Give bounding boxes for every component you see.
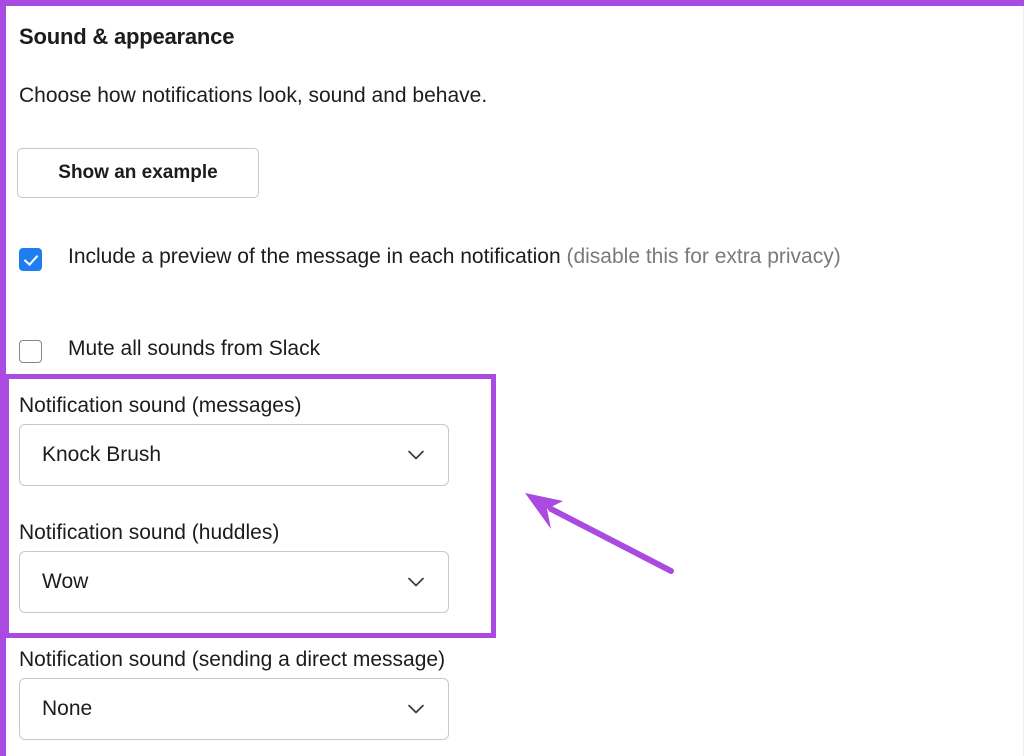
select-notification-sound-direct-message[interactable]: None: [19, 678, 449, 740]
mute-all-sounds-checkbox[interactable]: [19, 340, 42, 363]
include-preview-label-muted: (disable this for extra privacy): [566, 245, 841, 268]
settings-panel: Sound & appearance Choose how notificati…: [4, 6, 1023, 756]
select-notification-sound-messages[interactable]: Knock Brush: [19, 424, 449, 486]
label-notification-sound-messages: Notification sound (messages): [19, 394, 302, 417]
page-title: Sound & appearance: [19, 24, 235, 49]
select-notification-sound-huddles[interactable]: Wow: [19, 551, 449, 613]
label-notification-sound-huddles: Notification sound (huddles): [19, 521, 280, 544]
field-notification-sound-direct-message: Notification sound (sending a direct mes…: [19, 648, 449, 740]
select-value-direct-message: None: [42, 697, 93, 720]
field-notification-sound-huddles: Notification sound (huddles) Wow: [19, 521, 449, 613]
checkbox-row-include-preview[interactable]: Include a preview of the message in each…: [19, 242, 949, 272]
include-preview-label-main: Include a preview of the message in each…: [68, 245, 567, 268]
chevron-down-icon: [406, 572, 426, 592]
field-notification-sound-messages: Notification sound (messages) Knock Brus…: [19, 394, 449, 486]
checkbox-row-mute-all-sounds[interactable]: Mute all sounds from Slack: [19, 334, 619, 364]
show-an-example-button[interactable]: Show an example: [17, 148, 259, 198]
screenshot-root: Sound & appearance Choose how notificati…: [0, 0, 1024, 756]
select-value-huddles: Wow: [42, 570, 89, 593]
chevron-down-icon: [406, 699, 426, 719]
include-preview-label: Include a preview of the message in each…: [68, 242, 841, 272]
include-preview-checkbox[interactable]: [19, 248, 42, 271]
chevron-down-icon: [406, 445, 426, 465]
label-notification-sound-direct-message: Notification sound (sending a direct mes…: [19, 648, 446, 671]
annotation-arrow: [511, 471, 691, 586]
mute-all-sounds-label: Mute all sounds from Slack: [68, 337, 321, 360]
page-subtitle: Choose how notifications look, sound and…: [19, 84, 488, 107]
select-value-messages: Knock Brush: [42, 443, 162, 466]
